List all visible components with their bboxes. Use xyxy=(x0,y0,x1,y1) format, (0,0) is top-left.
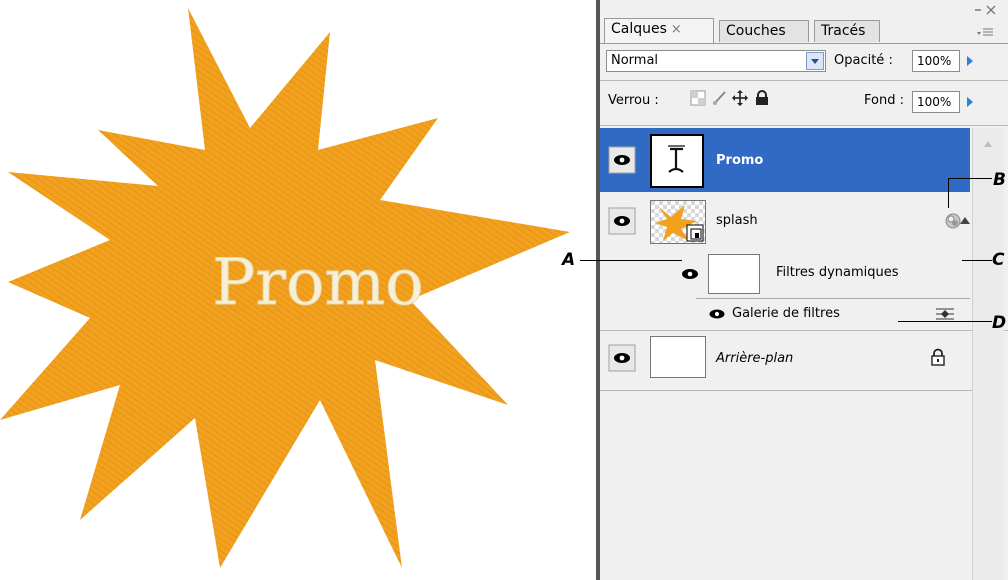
text-layer-icon xyxy=(653,137,701,185)
callout-c: C xyxy=(992,250,1005,270)
eye-icon[interactable] xyxy=(608,146,636,174)
layer-row-background[interactable]: Arrière-plan xyxy=(600,332,970,388)
panel-menu-icon[interactable] xyxy=(971,4,997,40)
layers-scrollbar[interactable] xyxy=(972,128,1004,580)
blend-mode-select[interactable]: Normal xyxy=(606,50,826,72)
lock-position-icon[interactable] xyxy=(732,90,748,108)
layer-row-filter-gallery[interactable]: Galerie de filtres xyxy=(600,300,970,328)
layer-row-promo[interactable]: Promo xyxy=(600,128,970,192)
opacity-label: Opacité : xyxy=(834,53,893,68)
tab-traces[interactable]: Tracés xyxy=(814,20,880,42)
divider xyxy=(600,390,972,391)
tab-calques-label: Calques xyxy=(611,21,667,37)
divider xyxy=(600,330,1008,331)
eye-icon[interactable] xyxy=(608,344,636,372)
fill-field[interactable]: 100% xyxy=(912,91,960,113)
divider xyxy=(600,125,1008,126)
collapse-arrow-icon[interactable] xyxy=(958,214,972,228)
lock-all-icon[interactable] xyxy=(754,90,770,108)
opacity-field[interactable]: 100% xyxy=(912,50,960,72)
lock-paint-icon[interactable] xyxy=(712,90,728,108)
fill-slider-arrow-icon[interactable] xyxy=(962,91,978,113)
callout-b-line xyxy=(948,178,992,179)
callout-a: A xyxy=(562,250,576,270)
tab-couches[interactable]: Couches xyxy=(719,20,809,42)
fill-label: Fond : xyxy=(864,93,904,108)
layer-name-smart-filters[interactable]: Filtres dynamiques xyxy=(776,264,899,282)
smart-object-icon xyxy=(686,224,706,244)
tab-couches-label: Couches xyxy=(726,23,786,39)
filter-blending-options-icon[interactable] xyxy=(934,306,956,322)
layers-panel: Calques × Couches Tracés Normal Opacité :… xyxy=(596,0,1008,580)
divider xyxy=(696,298,970,299)
divider xyxy=(600,80,1008,81)
eye-icon[interactable] xyxy=(608,207,636,235)
layer-name-splash[interactable]: splash xyxy=(716,212,758,230)
callout-c-line xyxy=(962,260,992,261)
lock-icon xyxy=(930,348,946,366)
filter-name-gallery[interactable]: Galerie de filtres xyxy=(732,305,840,323)
layer-row-smart-filters[interactable]: Filtres dynamiques xyxy=(600,250,970,298)
blend-mode-value: Normal xyxy=(611,53,659,68)
scroll-up-icon[interactable] xyxy=(983,138,993,148)
callout-d: D xyxy=(992,313,1007,333)
tab-traces-label: Tracés xyxy=(821,23,866,39)
callout-a-line xyxy=(580,260,682,261)
eye-icon[interactable] xyxy=(706,304,728,324)
tab-underline xyxy=(600,43,1008,44)
layer-name-background[interactable]: Arrière-plan xyxy=(716,350,793,368)
chevron-down-icon[interactable] xyxy=(806,52,824,70)
lock-transparency-icon[interactable] xyxy=(690,90,706,108)
close-icon[interactable]: × xyxy=(671,22,682,37)
opacity-slider-arrow-icon[interactable] xyxy=(962,50,978,72)
promo-artwork-text: Promo xyxy=(212,246,423,320)
canvas-artwork: Promo xyxy=(0,8,570,568)
tab-calques[interactable]: Calques × xyxy=(604,18,714,44)
layer-name-promo[interactable]: Promo xyxy=(716,152,763,170)
callout-d-line xyxy=(898,321,992,322)
layer-thumbnail xyxy=(650,336,706,378)
eye-icon[interactable] xyxy=(678,262,702,286)
filter-mask-thumbnail xyxy=(708,254,760,294)
callout-b-line xyxy=(948,178,949,208)
lock-label: Verrou : xyxy=(608,93,659,108)
callout-b: B xyxy=(993,170,1006,190)
layer-row-splash[interactable]: splash xyxy=(600,194,970,250)
layer-thumbnail xyxy=(650,134,704,188)
